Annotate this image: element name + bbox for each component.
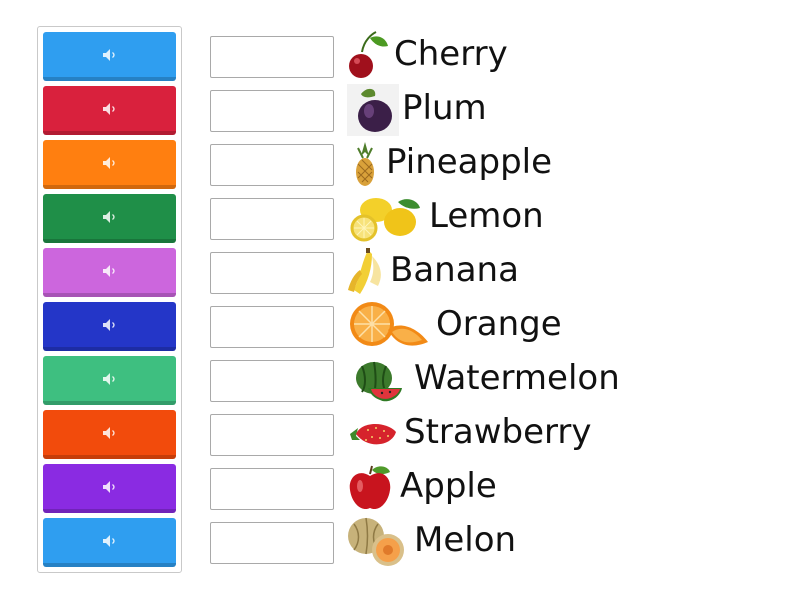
speaker-icon [102,372,115,385]
fruit-label-plum: Plum [402,88,487,128]
answer-slot-9[interactable] [210,468,334,510]
fruit-label-lemon: Lemon [429,196,544,236]
melon-icon [348,517,404,566]
speaker-icon [102,264,115,277]
fruit-label-apple: Apple [400,466,497,506]
lemon-icon [350,198,420,242]
fruit-label-orange: Orange [436,304,562,344]
apple-icon [349,465,391,510]
audio-button-8[interactable] [43,410,176,459]
answer-slot-5[interactable] [210,252,334,294]
watermelon-icon [356,361,402,402]
orange-icon [350,302,428,346]
speaker-icon [102,210,115,223]
speaker-icon [102,318,115,331]
audio-button-1[interactable] [43,32,176,81]
cherry-icon [349,31,388,78]
speaker-icon [102,156,115,169]
audio-button-4[interactable] [43,194,176,243]
strawberry-icon [350,424,396,445]
speaker-icon [102,534,115,547]
answer-slot-4[interactable] [210,198,334,240]
answer-slot-2[interactable] [210,90,334,132]
speaker-icon [102,426,115,439]
answer-slot-1[interactable] [210,36,334,78]
plum-icon [347,84,399,136]
fruit-label-strawberry: Strawberry [404,412,592,452]
fruit-label-cherry: Cherry [394,34,508,74]
audio-button-9[interactable] [43,464,176,513]
answer-slot-7[interactable] [210,360,334,402]
audio-button-2[interactable] [43,86,176,135]
audio-button-5[interactable] [43,248,176,297]
answer-slot-3[interactable] [210,144,334,186]
fruit-label-pineapple: Pineapple [386,142,553,182]
answer-slot-8[interactable] [210,414,334,456]
answer-slot-6[interactable] [210,306,334,348]
fruit-label-melon: Melon [414,520,517,560]
pineapple-icon [356,142,374,186]
answer-slot-10[interactable] [210,522,334,564]
fruit-label-banana: Banana [390,250,519,290]
speaker-icon [102,480,115,493]
audio-button-6[interactable] [43,302,176,351]
audio-button-10[interactable] [43,518,176,567]
audio-button-3[interactable] [43,140,176,189]
speaker-icon [102,102,115,115]
audio-button-7[interactable] [43,356,176,405]
banana-icon [348,248,381,294]
speaker-icon [102,48,115,61]
fruit-label-watermelon: Watermelon [414,358,620,398]
